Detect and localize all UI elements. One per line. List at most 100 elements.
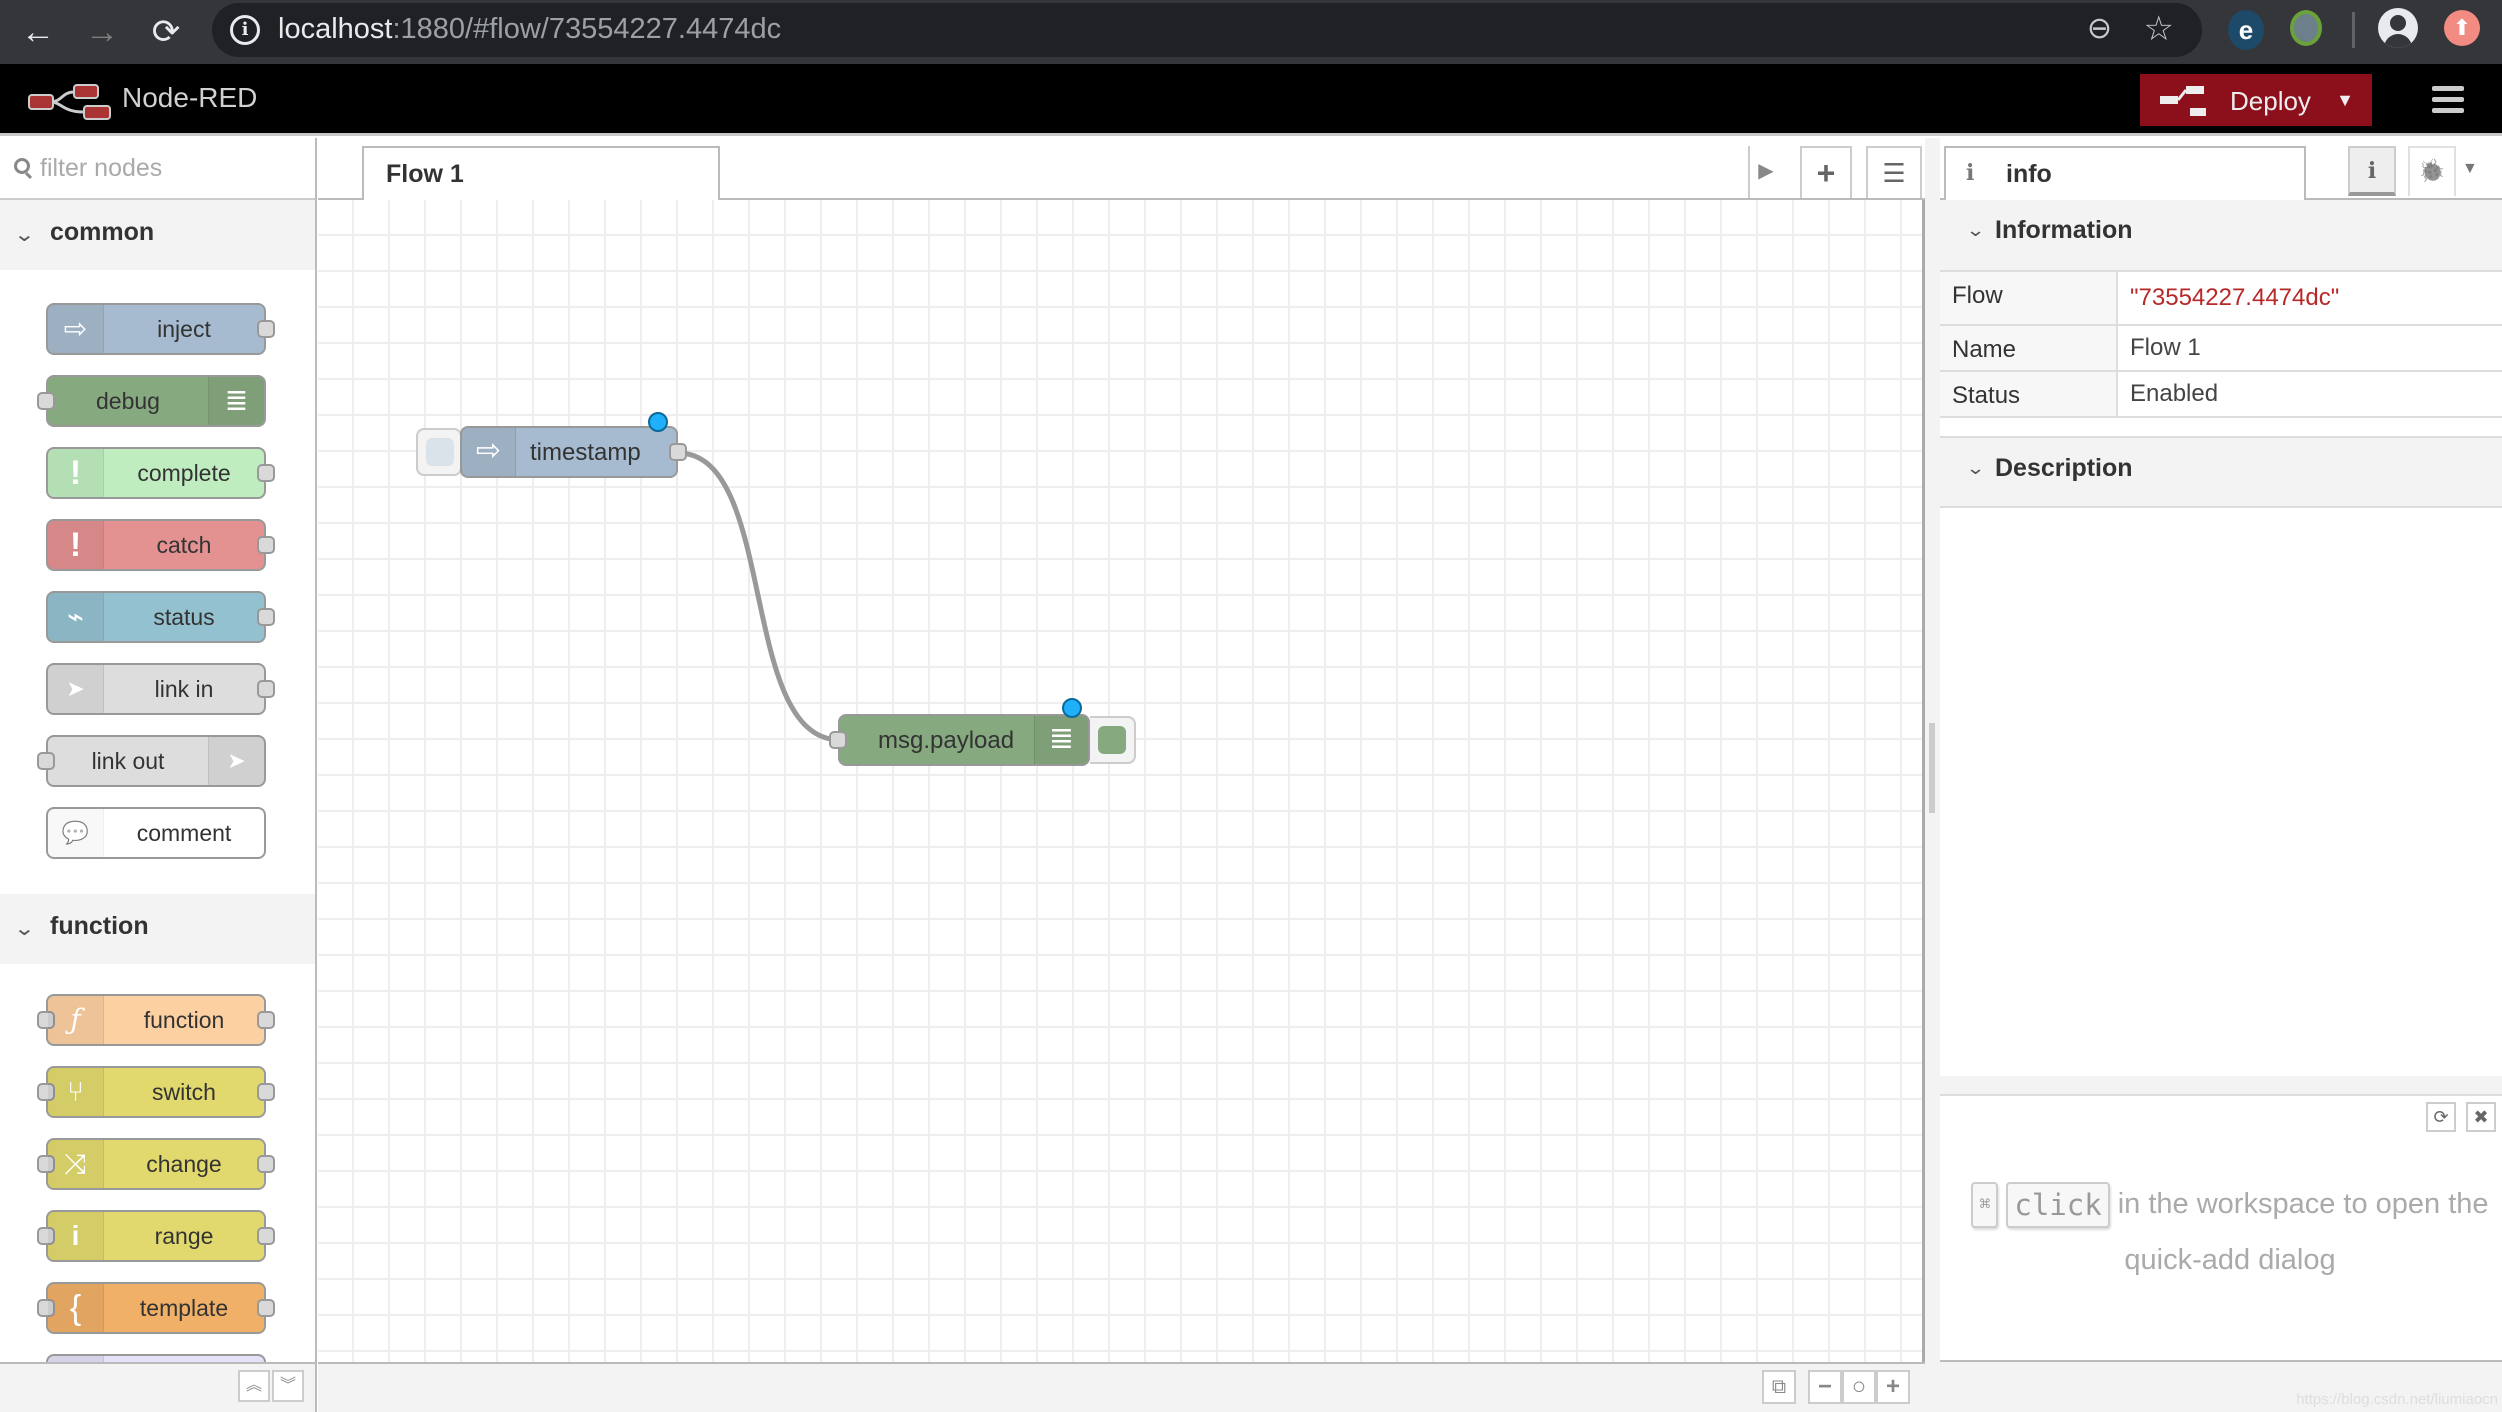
profile-icon[interactable]	[2378, 8, 2418, 48]
palette-node-partial[interactable]	[46, 1354, 266, 1362]
information-section-header[interactable]: ⌄ Information	[1940, 200, 2502, 260]
url-text[interactable]: localhost:1880/#flow/73554227.4474dc	[278, 13, 781, 46]
range-icon: i	[48, 1212, 104, 1260]
cmd-key-icon: ⌘	[1971, 1182, 1999, 1229]
sidebar: i info i 🐞 ▼ ⌄ Information Flow "7355422…	[1940, 138, 2502, 1412]
node-palette: ⌄ common ⇨ inject debug ≣ ! complete ! c…	[0, 138, 317, 1362]
navigator-map-button[interactable]: ⧉	[1762, 1370, 1796, 1404]
sidebar-separator[interactable]	[1925, 138, 1940, 1412]
info-value: Flow 1	[2130, 334, 2201, 361]
palette-category-common[interactable]: ⌄ common	[0, 200, 315, 270]
deploy-button[interactable]: Deploy ▼	[2140, 74, 2372, 126]
tab-scroll-right-button[interactable]: ▶	[1748, 146, 1782, 198]
reload-button[interactable]: ⟳	[142, 8, 190, 56]
function-icon: ƒ	[48, 996, 104, 1044]
add-flow-button[interactable]: +	[1800, 146, 1852, 198]
palette-node-template[interactable]: { template	[37, 1282, 275, 1334]
chevron-down-icon: ⌄	[1965, 220, 1986, 240]
flow-canvas[interactable]: ⇨ timestamp msg.payload ≣	[318, 200, 1925, 1362]
curly-brace-icon: {	[48, 1284, 104, 1332]
list-flows-button[interactable]: ☰	[1866, 146, 1922, 198]
extension-e-icon[interactable]: e	[2228, 10, 2264, 50]
exclamation-icon: !	[48, 449, 104, 497]
node-label: timestamp	[530, 439, 641, 466]
description-section-header[interactable]: ⌄ Description	[1940, 438, 2502, 498]
arrow-right-icon: ⇨	[462, 428, 516, 476]
separator-handle[interactable]	[1929, 723, 1935, 813]
expand-all-button[interactable]: ︾	[272, 1370, 304, 1402]
app-title: Node-RED	[122, 82, 258, 113]
sidebar-info-button[interactable]: i	[2348, 146, 2396, 196]
output-port	[257, 1083, 275, 1101]
node-label: function	[143, 1007, 225, 1033]
palette-node-status[interactable]: ⌁ status	[46, 591, 275, 643]
node-label: link out	[91, 748, 165, 774]
sidebar-tab-info[interactable]: i info	[1944, 146, 2306, 202]
main-menu-button[interactable]	[2432, 86, 2464, 114]
collapse-all-button[interactable]: ︽	[238, 1370, 270, 1402]
output-port	[257, 1155, 275, 1173]
info-key: Status	[1940, 372, 2118, 416]
wire[interactable]	[677, 450, 841, 743]
info-key: Flow	[1940, 272, 2118, 324]
palette-node-switch[interactable]: ⑂ switch	[37, 1066, 275, 1118]
chevron-down-icon: ⌄	[13, 918, 36, 940]
info-value[interactable]: "73554227.4474dc"	[2130, 284, 2339, 312]
flow-node-timestamp[interactable]: ⇨ timestamp	[460, 412, 687, 478]
watermark: https://blog.csdn.net/liumiaocn	[2296, 1391, 2498, 1408]
palette-node-change[interactable]: ⤨ change	[37, 1138, 275, 1190]
zoom-out-button[interactable]: −	[1808, 1370, 1842, 1404]
refresh-tip-button[interactable]: ⟳	[2426, 1102, 2456, 1132]
input-port[interactable]	[829, 731, 847, 749]
zoom-in-button[interactable]: +	[1876, 1370, 1910, 1404]
info-row-spacer	[1940, 418, 2502, 438]
palette-node-catch[interactable]: ! catch	[46, 519, 275, 571]
update-icon[interactable]: ⬆	[2444, 10, 2480, 46]
flow-node-msg-payload[interactable]: msg.payload ≣	[829, 698, 1090, 766]
app-header: Node-RED Deploy ▼	[0, 64, 2502, 136]
tab-flow-1[interactable]: Flow 1	[362, 146, 720, 202]
palette-node-link-in[interactable]: ➤ link in	[46, 663, 275, 715]
output-port	[257, 680, 275, 698]
zoom-out-icon[interactable]: ⊖	[2087, 11, 2112, 46]
deploy-label: Deploy	[2230, 86, 2311, 116]
inject-trigger-button[interactable]	[416, 428, 462, 476]
forward-button[interactable]: →	[78, 8, 126, 56]
deploy-menu-caret-icon[interactable]: ▼	[2318, 74, 2372, 126]
star-icon[interactable]: ☆	[2144, 9, 2174, 49]
filter-nodes-input[interactable]	[40, 150, 300, 186]
palette-node-function[interactable]: ƒ function	[37, 994, 275, 1046]
output-port	[257, 536, 275, 554]
output-port	[257, 1299, 275, 1317]
description-body	[1940, 506, 2502, 1076]
palette-node-comment[interactable]: 💬 comment	[46, 807, 266, 859]
address-bar[interactable]: i localhost:1880/#flow/73554227.4474dc ⊖…	[212, 3, 2202, 57]
node-label: status	[153, 604, 215, 630]
button-face	[1098, 726, 1126, 754]
site-info-icon[interactable]: i	[230, 15, 260, 45]
zoom-reset-button[interactable]: ○	[1842, 1370, 1876, 1404]
palette-node-debug[interactable]: debug ≣	[37, 375, 266, 427]
click-key: click	[2006, 1182, 2110, 1229]
link-arrow-icon: ➤	[208, 737, 264, 785]
node-label: catch	[156, 532, 212, 558]
palette-node-range[interactable]: i range	[37, 1210, 275, 1262]
back-button[interactable]: ←	[14, 8, 62, 56]
arrow-right-icon: ⇨	[48, 305, 104, 353]
toolbar-separator	[2352, 12, 2355, 48]
palette-node-link-out[interactable]: link out ➤	[37, 735, 266, 787]
node-label: switch	[152, 1079, 216, 1105]
palette-footer: ︽ ︾	[0, 1362, 317, 1412]
close-tip-button[interactable]: ✖	[2466, 1102, 2496, 1132]
sidebar-more-caret-icon[interactable]: ▼	[2462, 160, 2478, 178]
output-port[interactable]	[669, 443, 687, 461]
workspace-tabs: Flow 1 ▶ + ☰	[318, 138, 1925, 202]
debug-toggle-button[interactable]	[1090, 716, 1136, 764]
palette-node-inject[interactable]: ⇨ inject	[46, 303, 275, 355]
extension-magnifier-icon[interactable]	[2290, 10, 2322, 46]
palette-node-complete[interactable]: ! complete	[46, 447, 275, 499]
palette-category-function[interactable]: ⌄ function	[0, 894, 315, 964]
sidebar-debug-button[interactable]: 🐞	[2408, 146, 2456, 196]
node-label: link in	[154, 676, 214, 702]
info-value: Enabled	[2130, 380, 2219, 407]
